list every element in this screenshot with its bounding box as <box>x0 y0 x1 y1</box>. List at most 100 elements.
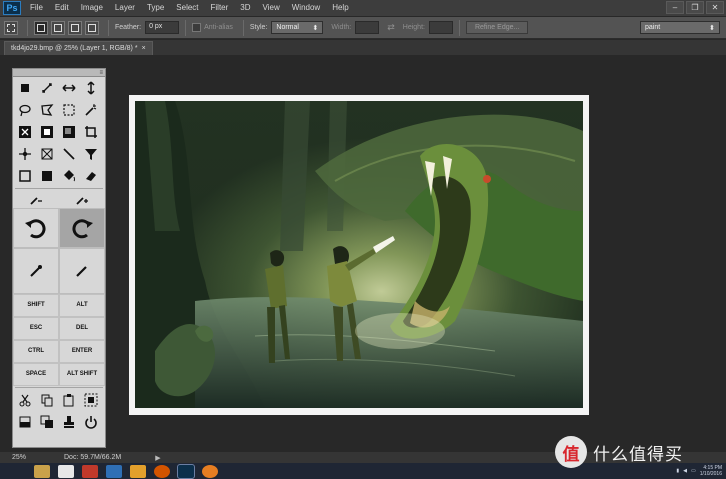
file-explorer-icon[interactable] <box>34 464 50 478</box>
funnel-filter-icon[interactable] <box>80 143 102 165</box>
warp-grid-icon[interactable] <box>36 143 58 165</box>
marquee-tool-preset-icon[interactable] <box>4 20 18 35</box>
modifier-keys: SHIFT ALT ESC DEL CTRL ENTER SPACE ALT S… <box>13 294 105 386</box>
documents-icon[interactable] <box>58 464 74 478</box>
shift-key[interactable]: SHIFT <box>13 294 59 317</box>
transform-selection-icon[interactable] <box>36 121 58 143</box>
power-icon[interactable] <box>80 411 102 433</box>
enter-key[interactable]: ENTER <box>59 340 105 363</box>
merge-layers-icon[interactable] <box>14 411 36 433</box>
ctrl-key[interactable]: CTRL <box>13 340 59 363</box>
del-key[interactable]: DEL <box>59 317 105 340</box>
style-select[interactable]: Normal ⬍ <box>271 21 324 34</box>
fill-rectangle-icon[interactable] <box>36 165 58 187</box>
eyedropper-icon[interactable] <box>13 248 59 294</box>
lasso-tool-icon[interactable] <box>14 99 36 121</box>
crop-selection-icon[interactable] <box>14 121 36 143</box>
undo-icon[interactable] <box>13 208 59 248</box>
maximize-button[interactable]: ❐ <box>686 1 704 14</box>
menu-edit[interactable]: Edit <box>49 0 75 16</box>
stamp-icon[interactable] <box>58 411 80 433</box>
menu-file[interactable]: File <box>24 0 49 16</box>
brush-larger-icon[interactable] <box>59 190 105 208</box>
polygonal-lasso-icon[interactable] <box>36 99 58 121</box>
height-input[interactable] <box>428 21 453 34</box>
menu-view[interactable]: View <box>257 0 286 16</box>
line-tool-icon[interactable] <box>58 143 80 165</box>
battery-icon[interactable]: ▭ <box>691 468 696 474</box>
clock-date: 1/10/2016 <box>699 471 722 477</box>
headphones-icon[interactable] <box>130 464 146 478</box>
crop-tool-icon[interactable] <box>80 121 102 143</box>
paste-icon[interactable] <box>58 389 80 411</box>
select-all-icon[interactable] <box>80 389 102 411</box>
brush-tool-icon[interactable] <box>59 248 105 294</box>
space-key[interactable]: SPACE <box>13 363 59 386</box>
close-tab-icon[interactable]: × <box>142 42 146 55</box>
copy-icon[interactable] <box>36 389 58 411</box>
intersect-selection-icon[interactable] <box>85 20 99 35</box>
new-selection-icon[interactable] <box>34 20 48 35</box>
paint-bucket-icon[interactable] <box>58 165 80 187</box>
menu-3d[interactable]: 3D <box>234 0 256 16</box>
antialias-checkbox[interactable] <box>192 23 202 32</box>
workspace-select[interactable]: paint ⬍ <box>640 21 720 34</box>
flip-horizontal-icon[interactable] <box>58 77 80 99</box>
clock[interactable]: 4:15 PM 1/10/2016 <box>700 465 722 477</box>
layer-mask-icon[interactable] <box>58 121 80 143</box>
brush-smaller-icon[interactable] <box>13 190 59 208</box>
chrome-browser-icon[interactable] <box>154 464 170 478</box>
feather-label: Feather: <box>115 24 142 31</box>
stroke-rectangle-icon[interactable] <box>14 165 36 187</box>
menu-type[interactable]: Type <box>141 0 170 16</box>
duplicate-layer-icon[interactable] <box>36 411 58 433</box>
panel-handle-icon: ≡ <box>99 70 103 76</box>
rotate-tool-icon[interactable] <box>36 77 58 99</box>
options-bar: Feather: 0 px Anti-alias Style: Normal ⬍… <box>0 17 726 39</box>
menu-layer[interactable]: Layer <box>109 0 141 16</box>
menu-select[interactable]: Select <box>170 0 204 16</box>
refine-edge-button[interactable]: Refine Edge... <box>465 21 529 34</box>
doc-size: Doc: 59.7M/66.2M <box>64 454 122 461</box>
style-value: Normal <box>276 24 299 31</box>
minimize-button[interactable]: – <box>666 1 684 14</box>
canvas-area[interactable] <box>0 55 726 452</box>
magic-wand-icon[interactable] <box>80 99 102 121</box>
store-icon[interactable] <box>106 464 122 478</box>
menu-window[interactable]: Window <box>286 0 326 16</box>
chevron-down-icon: ⬍ <box>312 24 319 32</box>
document-tab[interactable]: tkd4jo29.bmp @ 25% (Layer 1, RGB/8) * × <box>4 41 153 55</box>
status-menu-arrow-icon[interactable]: ▶ <box>155 454 160 462</box>
puppet-warp-icon[interactable] <box>14 143 36 165</box>
rectangular-marquee-icon[interactable] <box>58 99 80 121</box>
subtract-from-selection-icon[interactable] <box>68 20 82 35</box>
menu-image[interactable]: Image <box>75 0 109 16</box>
redo-icon[interactable] <box>59 208 105 248</box>
menu-filter[interactable]: Filter <box>205 0 235 16</box>
zoom-level[interactable]: 25% <box>12 454 36 461</box>
alt-key[interactable]: ALT <box>59 294 105 317</box>
move-tool-icon[interactable] <box>14 77 36 99</box>
close-button[interactable]: ✕ <box>706 1 724 14</box>
tool-panel-header[interactable]: ≡ <box>13 69 105 77</box>
window-controls: – ❐ ✕ <box>666 1 724 14</box>
flip-vertical-icon[interactable] <box>80 77 102 99</box>
volume-icon[interactable]: ◀ <box>683 468 687 474</box>
painting-image[interactable] <box>135 101 583 408</box>
firefox-icon[interactable] <box>202 464 218 478</box>
width-input[interactable] <box>355 21 380 34</box>
network-icon[interactable]: ▮ <box>676 468 679 474</box>
divider <box>15 188 103 189</box>
feather-input[interactable]: 0 px <box>145 21 180 34</box>
alt-shift-key[interactable]: ALT SHIFT <box>59 363 105 386</box>
divider <box>108 19 109 36</box>
add-to-selection-icon[interactable] <box>51 20 65 35</box>
cut-icon[interactable] <box>14 389 36 411</box>
tool-panel: ≡ SHIFT ALT ESC DEL CTRL ENTER SPACE ALT… <box>12 68 106 448</box>
mail-icon[interactable] <box>82 464 98 478</box>
photoshop-taskbar-icon[interactable] <box>177 463 195 479</box>
menu-help[interactable]: Help <box>326 0 354 16</box>
eraser-icon[interactable] <box>80 165 102 187</box>
swap-dimensions-icon[interactable]: ⇄ <box>387 22 395 33</box>
esc-key[interactable]: ESC <box>13 317 59 340</box>
